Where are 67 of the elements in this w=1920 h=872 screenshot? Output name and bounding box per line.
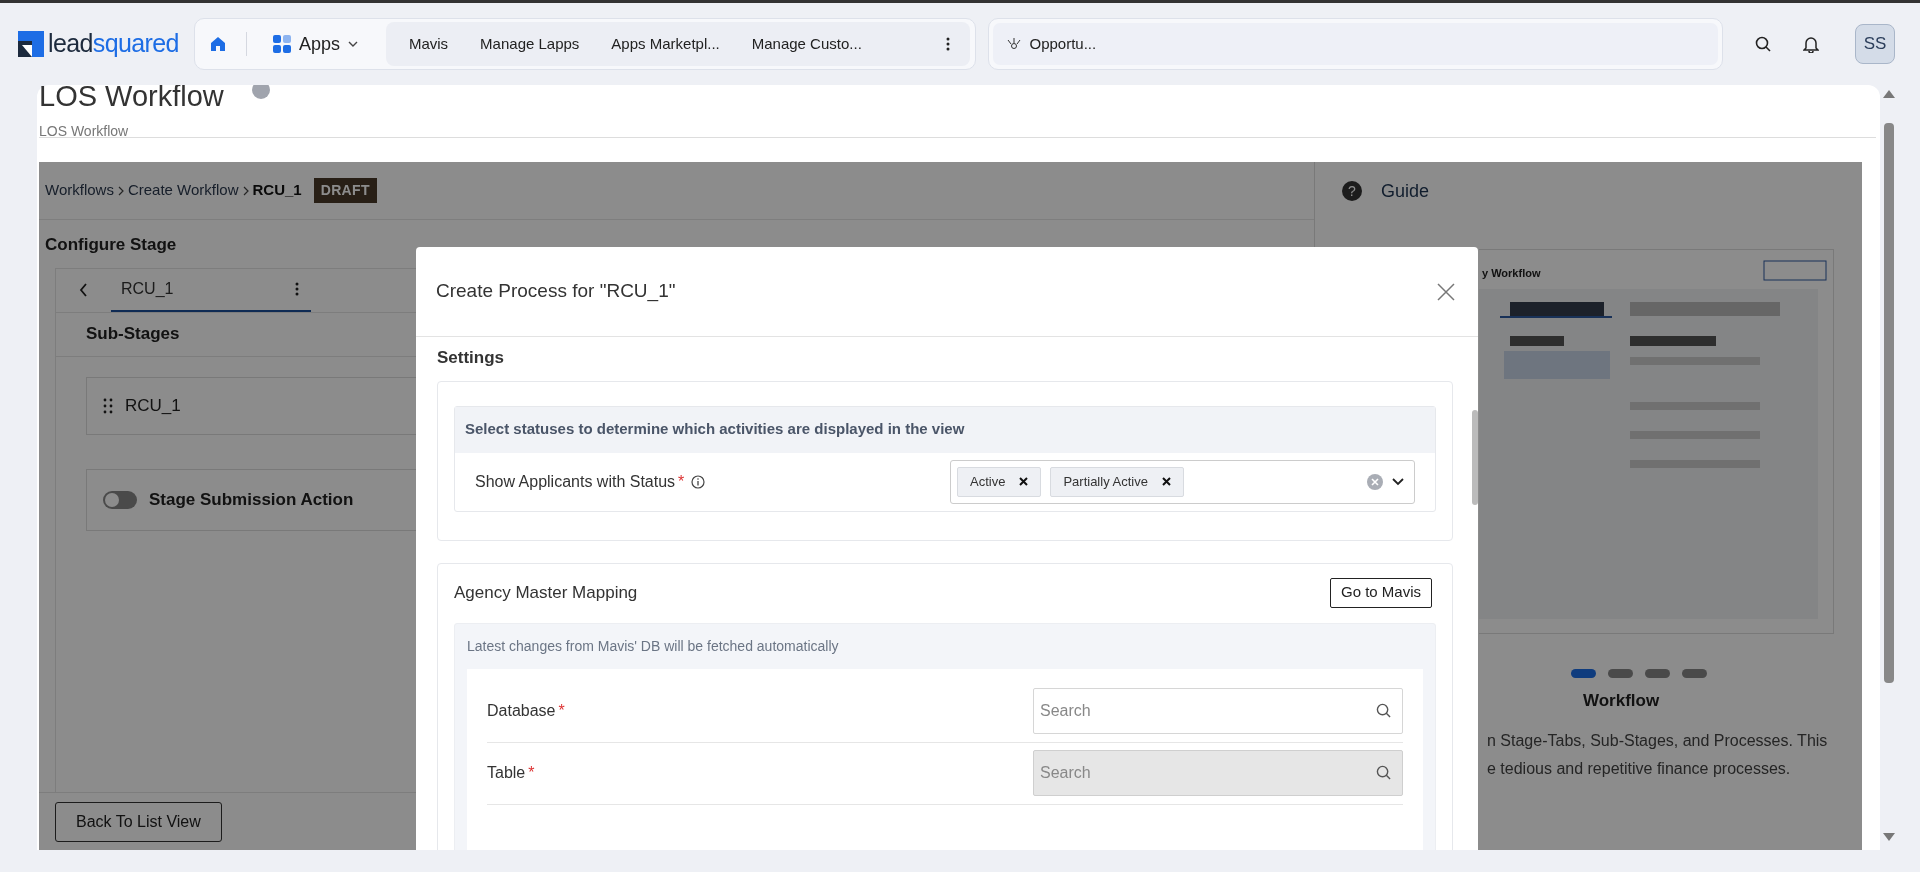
hint-text: Latest changes from Mavis' DB will be fetched automatically xyxy=(467,636,840,656)
multi-select-field[interactable]: Active Partially Active xyxy=(950,459,1415,504)
field-label: Table xyxy=(487,763,526,783)
card-title: Agency Master Mapping xyxy=(454,581,638,604)
chevron-left-icon xyxy=(79,283,88,297)
clear-icon[interactable] xyxy=(1367,473,1383,490)
page-title: LOS Workflow xyxy=(39,85,224,113)
breadcrumb-current: RCU_1 xyxy=(252,180,302,201)
avatar[interactable]: SS xyxy=(1855,24,1895,64)
modal-title: Create Process for "RCU_1" xyxy=(436,279,676,304)
apps-menu[interactable]: Apps xyxy=(256,24,374,64)
search-icon xyxy=(1755,36,1772,52)
page-subtitle: LOS Workflow xyxy=(39,122,130,141)
search-icon xyxy=(1376,703,1391,718)
nav-link[interactable]: Manage Lapps xyxy=(465,32,595,56)
search-icon xyxy=(1376,765,1391,780)
required-mark: * xyxy=(558,701,565,721)
field-label: Database xyxy=(487,701,556,721)
chevron-right-icon xyxy=(117,185,124,196)
slide-title: Workflow xyxy=(1583,690,1660,712)
more-icon[interactable] xyxy=(295,282,299,296)
scrollbar-thumb[interactable] xyxy=(1884,123,1894,683)
required-mark: * xyxy=(678,471,685,492)
help-icon: ? xyxy=(1342,181,1362,201)
chevron-down-icon[interactable] xyxy=(1392,477,1404,486)
guide-title: Guide xyxy=(1381,179,1430,203)
section-heading: Configure Stage xyxy=(45,234,178,256)
field-label: Show Applicants with Status xyxy=(475,471,676,492)
search-field[interactable]: Search xyxy=(1033,688,1403,734)
toggle-label: Stage Submission Action xyxy=(149,488,354,511)
chip-label: Active xyxy=(970,472,1006,491)
drag-handle-icon[interactable] xyxy=(103,397,113,414)
opportunity-tab[interactable]: Opportu... xyxy=(993,23,1719,65)
status-badge: DRAFT xyxy=(313,178,377,203)
logo-text: leadsquared xyxy=(48,28,179,60)
go-to-mavis-button[interactable]: Go to Mavis xyxy=(1329,577,1432,608)
required-mark: * xyxy=(528,763,535,783)
toggle-switch[interactable] xyxy=(103,490,137,509)
chevron-right-icon xyxy=(242,185,249,196)
back-to-list-button[interactable]: Back To List View xyxy=(55,801,222,842)
stage-tab[interactable]: RCU_1 xyxy=(111,268,311,312)
remove-icon[interactable] xyxy=(1161,477,1171,486)
guide-description: n Stage-Tabs, Sub-Stages, and Processes. This xyxy=(1487,730,1829,751)
scroll-down-icon[interactable] xyxy=(1883,833,1895,841)
nav-link[interactable]: Mavis xyxy=(393,32,464,56)
chevron-down-icon xyxy=(347,41,358,47)
guide-description: e tedious and repetitive finance processes. xyxy=(1487,758,1792,779)
breadcrumb-link[interactable]: Create Workflow xyxy=(127,179,239,202)
hint-text: Select statuses to determine which activities are displayed in the view xyxy=(455,406,1435,453)
home-icon xyxy=(208,35,227,53)
nodes-icon xyxy=(1007,37,1022,51)
breadcrumb-link[interactable]: Workflows xyxy=(45,179,114,202)
scrollbar-thumb[interactable] xyxy=(1472,410,1478,505)
close-icon xyxy=(1437,282,1455,301)
help-icon xyxy=(252,85,270,99)
chip-label: Partially Active xyxy=(1063,472,1148,491)
more-icon xyxy=(946,37,951,51)
logo-icon xyxy=(18,31,44,57)
apps-icon xyxy=(272,35,291,53)
nav-link[interactable]: Apps Marketpl... xyxy=(596,32,735,56)
nav-link[interactable]: Manage Custo... xyxy=(736,32,877,56)
info-icon xyxy=(691,474,706,489)
illustration-text: y Workflow xyxy=(1482,266,1541,281)
remove-icon[interactable] xyxy=(1019,477,1029,486)
scroll-up-icon[interactable] xyxy=(1883,90,1895,98)
bell-icon xyxy=(1803,35,1820,53)
sub-stage-name: RCU_1 xyxy=(125,394,181,417)
